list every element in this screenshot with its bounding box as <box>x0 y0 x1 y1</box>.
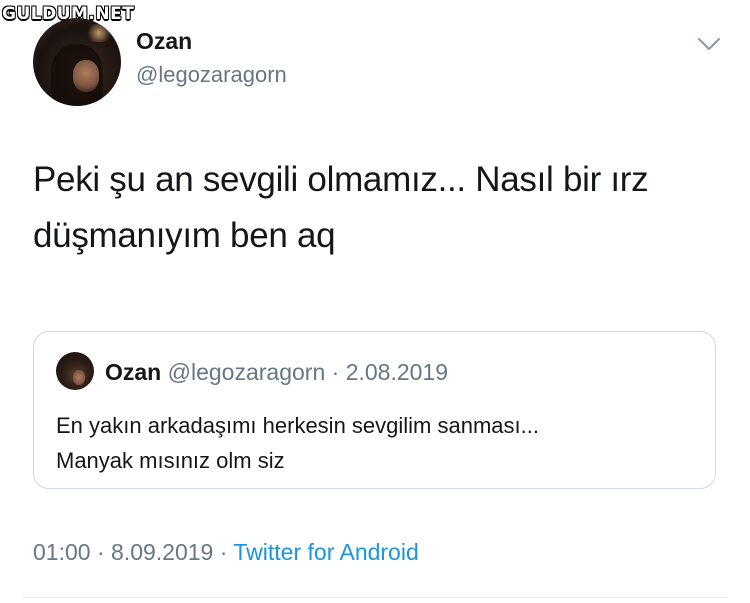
quoted-text-line: Manyak mısınız olm siz <box>56 448 285 473</box>
quoted-tweet-card[interactable]: Ozan @legozaragorn · 2.08.2019 En yakın … <box>33 331 716 489</box>
author-avatar[interactable] <box>33 18 121 106</box>
quoted-separator: · <box>331 359 340 385</box>
quoted-author-handle: @legozaragorn <box>167 359 326 385</box>
tweet-date[interactable]: 8.09.2019 <box>111 539 213 565</box>
tweet-text-line: Peki şu an sevgili olmamız... Nasıl bir … <box>33 160 649 199</box>
meta-separator: · <box>96 539 105 565</box>
chevron-down-icon[interactable] <box>697 36 721 52</box>
tweet-meta: 01:00 · 8.09.2019 · Twitter for Android <box>33 539 419 566</box>
quoted-avatar-face <box>73 370 85 385</box>
meta-separator: · <box>219 539 228 565</box>
quoted-tweet-text: En yakın arkadaşımı herkesin sevgilim sa… <box>56 408 696 478</box>
tweet-time: 01:00 <box>33 539 91 565</box>
avatar-face <box>73 60 99 92</box>
quoted-author-name: Ozan <box>105 359 162 385</box>
quoted-author-avatar <box>56 352 94 390</box>
tweet-text: Peki şu an sevgili olmamız... Nasıl bir … <box>33 152 713 264</box>
quoted-tweet-header: Ozan @legozaragorn · 2.08.2019 <box>105 359 448 386</box>
author-name[interactable]: Ozan <box>136 28 192 55</box>
author-handle[interactable]: @legozaragorn <box>136 62 287 88</box>
quoted-text-line: En yakın arkadaşımı herkesin sevgilim sa… <box>56 413 539 438</box>
divider <box>22 597 728 598</box>
quoted-tweet-date: 2.08.2019 <box>345 359 449 385</box>
tweet-source-link[interactable]: Twitter for Android <box>233 539 418 565</box>
avatar-lamp-glow <box>85 24 113 42</box>
tweet-text-line: düşmanıyım ben aq <box>33 216 336 255</box>
